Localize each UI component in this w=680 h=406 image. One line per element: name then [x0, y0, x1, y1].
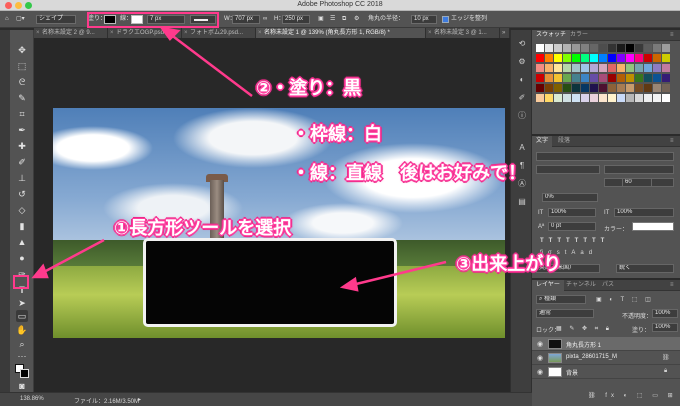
arrowhead-shape — [339, 276, 359, 292]
note-2-line-1: ②・塗り：黒 — [256, 78, 362, 99]
note-2-line-2: ・枠線：白 — [292, 124, 382, 145]
arrow-to-tool — [41, 238, 105, 275]
arrowhead-tool — [31, 263, 49, 279]
annotation-arrows — [31, 26, 447, 292]
note-2-line-3: ・線：直線 後はお好みで！ — [292, 163, 526, 184]
arrow-to-shape — [351, 260, 447, 287]
arrow-to-options — [169, 33, 253, 97]
note-1: ①長方形ツールを選択 — [114, 218, 292, 239]
note-3: ③出来上がり — [456, 254, 562, 275]
